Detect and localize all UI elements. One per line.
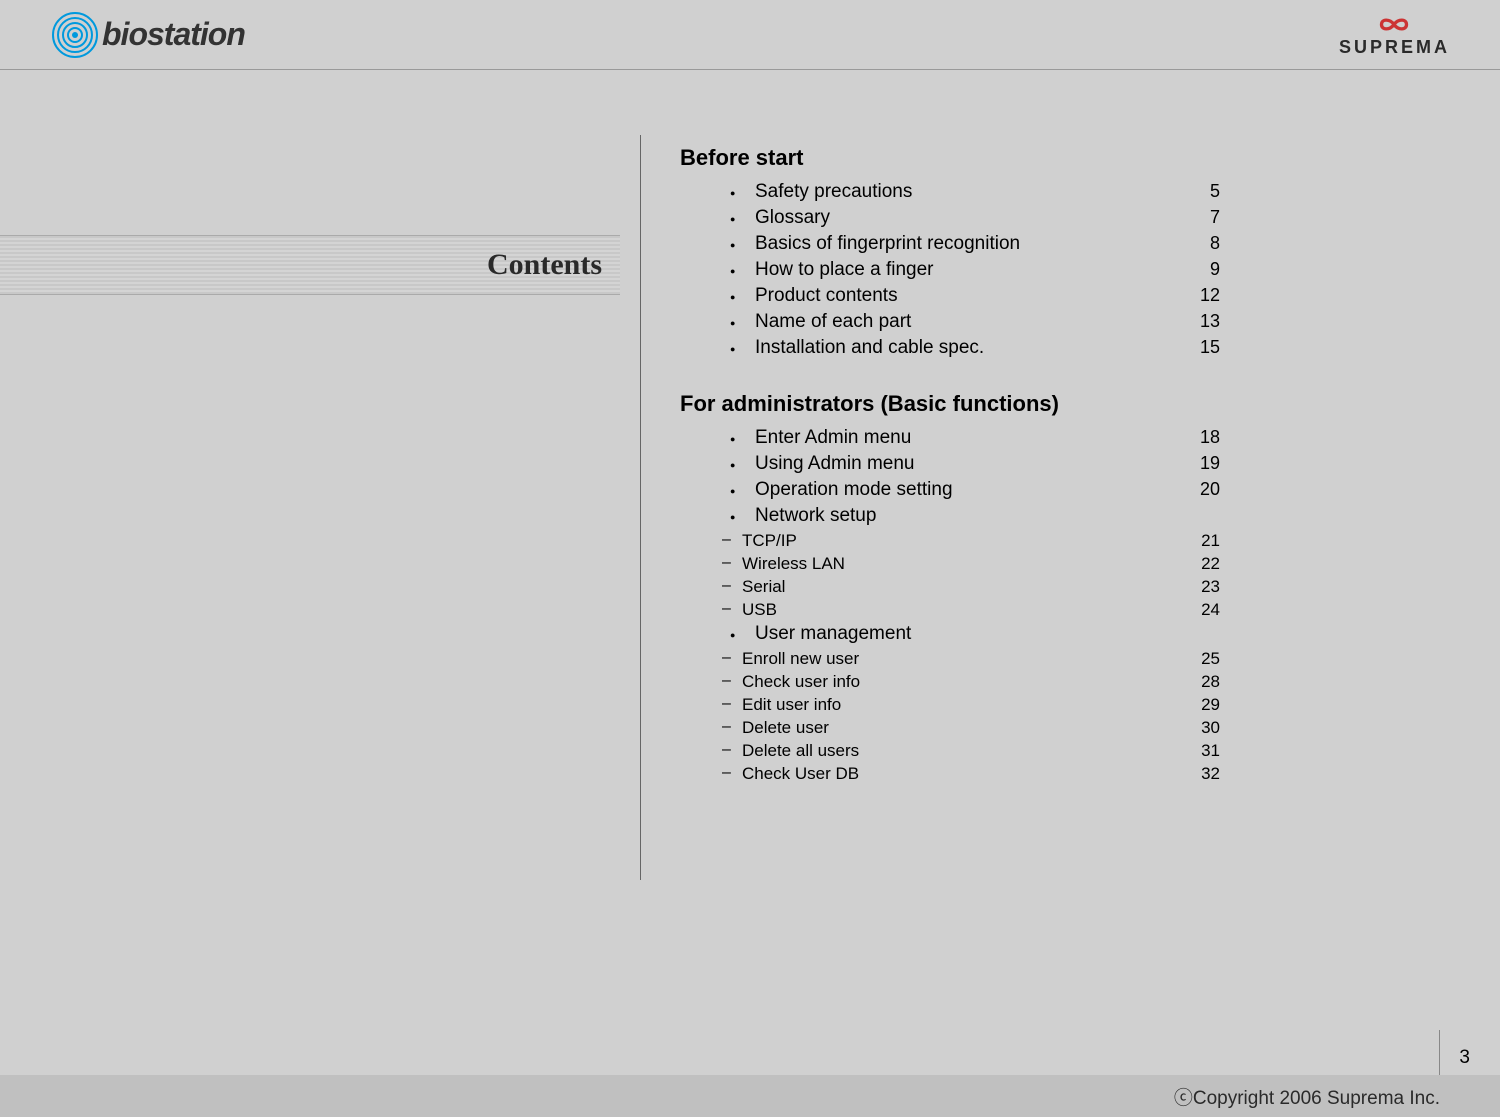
toc-item: How to place a finger9 (755, 259, 1220, 281)
page-number: 3 (1459, 1047, 1470, 1069)
toc-item-label: Safety precautions (755, 181, 1180, 203)
toc-sub-label: Delete all users (742, 741, 1180, 761)
toc-sub-label: TCP/IP (742, 531, 1180, 551)
toc-item-page: 8 (1180, 233, 1220, 254)
toc-item: Installation and cable spec.15 (755, 337, 1220, 359)
toc-sub-item: Serial23 (742, 577, 1220, 597)
logo-suprema-text: SUPREMA (1339, 37, 1450, 58)
toc-item-label: Network setup (755, 505, 1180, 527)
fingerprint-icon (50, 10, 100, 60)
contents-title: Contents (487, 248, 602, 282)
logo-suprema: SUPREMA (1339, 12, 1450, 58)
toc-list: Enter Admin menu18 Using Admin menu19 Op… (680, 427, 1220, 527)
page-header: biostation SUPREMA (0, 0, 1500, 70)
toc-item: Using Admin menu19 (755, 453, 1220, 475)
toc-item-page: 13 (1180, 311, 1220, 332)
logo-biostation: biostation (50, 10, 245, 60)
toc-item: Glossary7 (755, 207, 1220, 229)
toc-list: User management (680, 623, 1220, 645)
toc-item: Product contents12 (755, 285, 1220, 307)
toc-item-label: How to place a finger (755, 259, 1180, 281)
toc-sub-page: 30 (1180, 718, 1220, 738)
toc-sub-label: Enroll new user (742, 649, 1180, 669)
toc-item: Network setup (755, 505, 1220, 527)
toc-item-page: 7 (1180, 207, 1220, 228)
toc-item-page: 19 (1180, 453, 1220, 474)
toc-sub-list: TCP/IP21 Wireless LAN22 Serial23 USB24 (680, 531, 1220, 620)
toc-sub-label: Check user info (742, 672, 1180, 692)
page-number-divider (1439, 1030, 1440, 1075)
toc-sub-item: USB24 (742, 600, 1220, 620)
contents-banner: Contents (0, 235, 620, 295)
toc-sub-item: Edit user info29 (742, 695, 1220, 715)
copyright-text: ⓒCopyright 2006 Suprema Inc. (1174, 1083, 1440, 1110)
toc-item-label: Installation and cable spec. (755, 337, 1180, 359)
toc-sub-item: Delete user30 (742, 718, 1220, 738)
toc-item-label: User management (755, 623, 1180, 645)
toc-sub-page: 31 (1180, 741, 1220, 761)
toc-item-label: Operation mode setting (755, 479, 1180, 501)
toc-sub-page: 28 (1180, 672, 1220, 692)
toc-sub-label: Wireless LAN (742, 554, 1180, 574)
toc-item-label: Enter Admin menu (755, 427, 1180, 449)
toc-sub-page: 24 (1180, 600, 1220, 620)
toc-sub-page: 23 (1180, 577, 1220, 597)
toc-item: Basics of fingerprint recognition8 (755, 233, 1220, 255)
logo-biostation-text: biostation (102, 16, 245, 53)
toc-sub-label: Edit user info (742, 695, 1180, 715)
infinity-icon (1369, 12, 1419, 37)
toc-sub-item: Check User DB32 (742, 764, 1220, 784)
toc-item: Safety precautions5 (755, 181, 1220, 203)
section-heading: Before start (680, 145, 1220, 171)
toc-sub-page: 29 (1180, 695, 1220, 715)
toc-item-label: Glossary (755, 207, 1180, 229)
toc-sub-page: 32 (1180, 764, 1220, 784)
toc-sub-item: Check user info28 (742, 672, 1220, 692)
toc-item-page: 15 (1180, 337, 1220, 358)
toc-item-page: 20 (1180, 479, 1220, 500)
vertical-divider (640, 135, 641, 880)
toc-item: Operation mode setting20 (755, 479, 1220, 501)
toc-sub-list: Enroll new user25 Check user info28 Edit… (680, 649, 1220, 784)
toc-sub-label: Serial (742, 577, 1180, 597)
content-area: Contents Before start Safety precautions… (0, 70, 1500, 140)
toc-sub-label: Delete user (742, 718, 1180, 738)
toc-sub-page: 21 (1180, 531, 1220, 551)
toc-column: Before start Safety precautions5 Glossar… (680, 145, 1220, 787)
toc-item-label: Name of each part (755, 311, 1180, 333)
toc-item-label: Basics of fingerprint recognition (755, 233, 1180, 255)
toc-list: Safety precautions5 Glossary7 Basics of … (680, 181, 1220, 359)
toc-item: Enter Admin menu18 (755, 427, 1220, 449)
toc-sub-page: 22 (1180, 554, 1220, 574)
page-footer: ⓒCopyright 2006 Suprema Inc. (0, 1075, 1500, 1117)
toc-sub-item: Enroll new user25 (742, 649, 1220, 669)
toc-sub-page: 25 (1180, 649, 1220, 669)
toc-item-label: Product contents (755, 285, 1180, 307)
toc-sub-label: USB (742, 600, 1180, 620)
toc-item: User management (755, 623, 1220, 645)
toc-sub-label: Check User DB (742, 764, 1180, 784)
toc-item: Name of each part13 (755, 311, 1220, 333)
toc-item-label: Using Admin menu (755, 453, 1180, 475)
toc-item-page: 18 (1180, 427, 1220, 448)
toc-sub-item: Delete all users31 (742, 741, 1220, 761)
toc-item-page: 12 (1180, 285, 1220, 306)
toc-sub-item: Wireless LAN22 (742, 554, 1220, 574)
toc-item-page: 9 (1180, 259, 1220, 280)
toc-item-page: 5 (1180, 181, 1220, 202)
toc-sub-item: TCP/IP21 (742, 531, 1220, 551)
section-heading: For administrators (Basic functions) (680, 391, 1220, 417)
